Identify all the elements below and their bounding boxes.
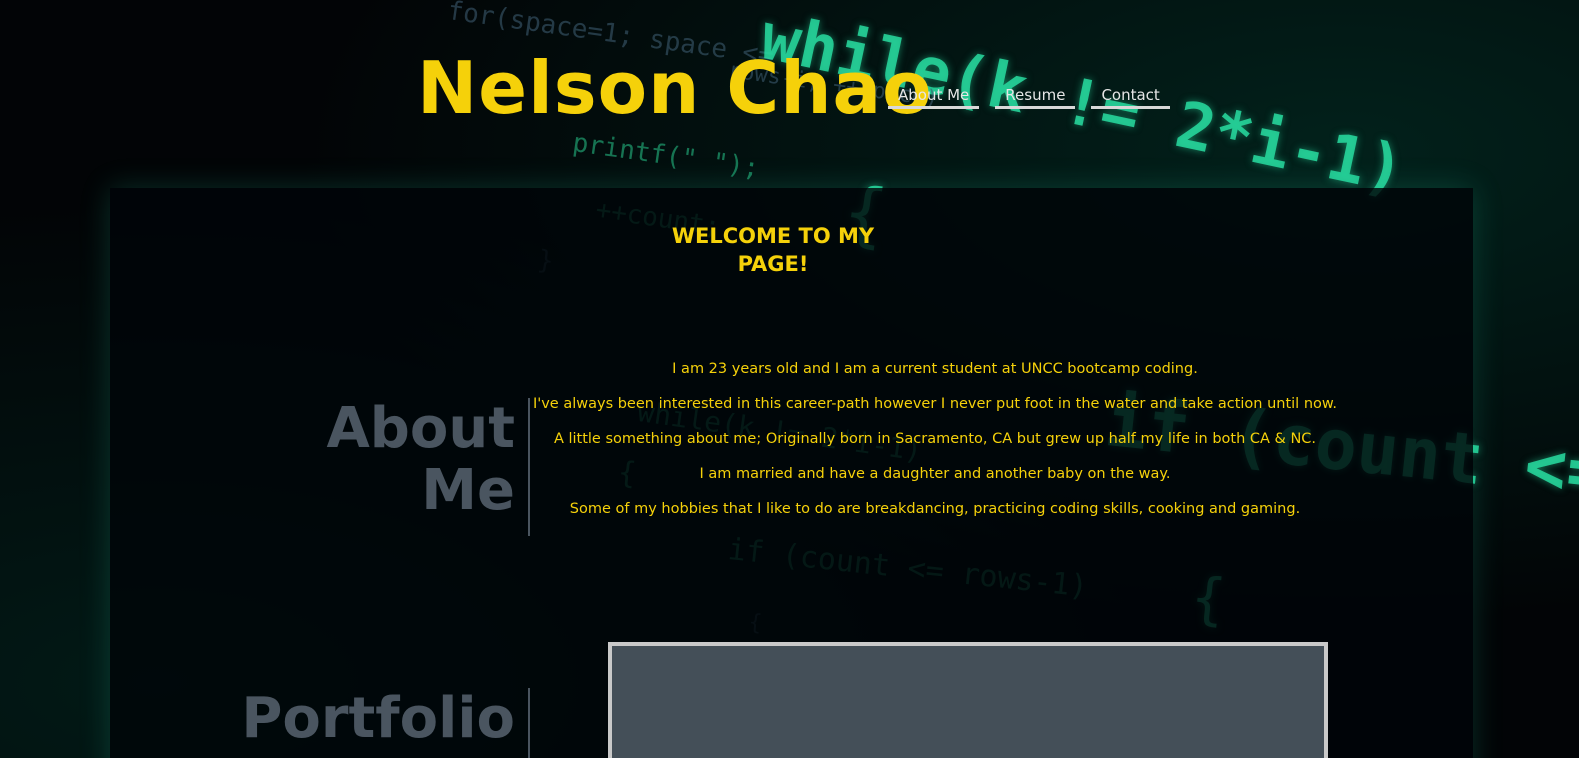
welcome-heading: WELCOME TO MY PAGE! [671, 224, 875, 276]
about-me-section-label: About Me [326, 396, 515, 523]
about-paragraph: A little something about me; Originally … [553, 431, 1317, 447]
portfolio-section-label: Portfolio [241, 686, 515, 751]
site-header: Nelson Chao About Me Resume Contact [0, 0, 1579, 160]
nav-contact-link[interactable]: Contact [1091, 86, 1170, 109]
about-paragraph: Some of my hobbies that I like to do are… [569, 501, 1301, 517]
about-paragraph: I am married and have a daughter and ano… [699, 466, 1171, 482]
portfolio-divider [528, 688, 530, 758]
portfolio-featured-project-card[interactable] [608, 642, 1328, 758]
nav-resume-link[interactable]: Resume [995, 86, 1076, 109]
site-title: Nelson Chao [417, 46, 933, 130]
about-me-text: I am 23 years old and I am a current stu… [530, 358, 1340, 533]
page: for(space=1; space <= while(k != 2*i-1) … [0, 0, 1579, 758]
about-paragraph: I am 23 years old and I am a current stu… [672, 361, 1198, 377]
main-nav: About Me Resume Contact [888, 86, 1170, 109]
nav-about-me-link[interactable]: About Me [888, 86, 980, 109]
about-paragraph: I've always been interested in this care… [532, 396, 1338, 412]
